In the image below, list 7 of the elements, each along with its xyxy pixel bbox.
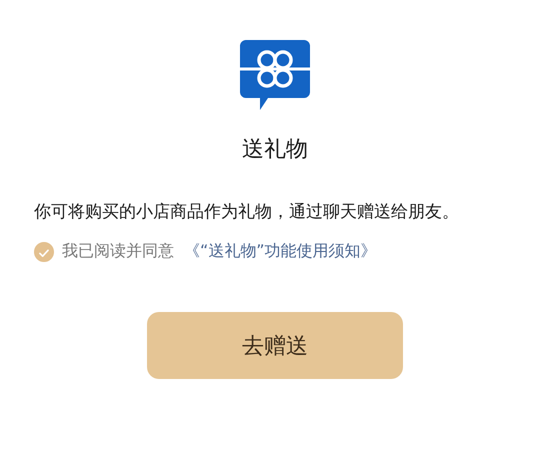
description-text: 你可将购买的小店商品作为礼物，通过聊天赠送给朋友。 [34, 201, 459, 223]
terms-link[interactable]: 《“送礼物”功能使用须知》 [184, 241, 377, 262]
send-gift-button[interactable]: 去赠送 [147, 312, 403, 379]
agree-label: 我已阅读并同意 [62, 241, 174, 262]
agree-checkbox[interactable] [34, 242, 54, 262]
gift-message-icon [240, 40, 310, 112]
dialog-title: 送礼物 [242, 136, 308, 164]
